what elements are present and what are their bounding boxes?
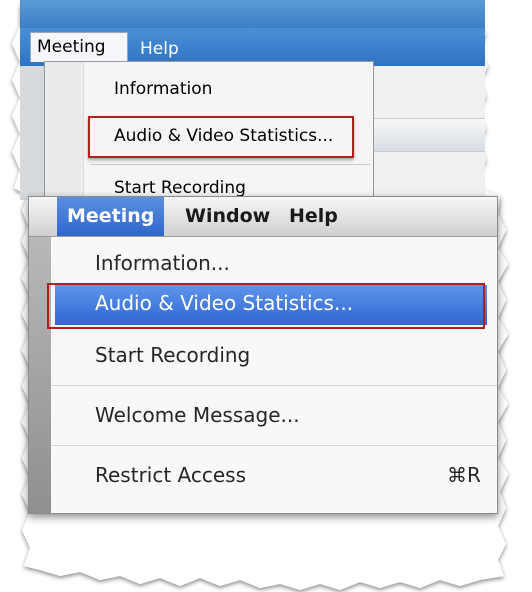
menu-item-start-recording[interactable]: Start Recording bbox=[114, 178, 246, 198]
menu-separator bbox=[51, 385, 497, 386]
highlight-box bbox=[88, 116, 354, 158]
menu-meeting[interactable]: Meeting bbox=[57, 197, 165, 236]
background-window-screenshot: Meeting Help Information Audio & Video S… bbox=[20, 0, 485, 200]
highlight-box bbox=[47, 283, 485, 329]
menu-separator bbox=[51, 445, 497, 446]
menu-meeting[interactable]: Meeting bbox=[30, 32, 128, 62]
meeting-dropdown-menu: Information... Audio & Video Statistics.… bbox=[51, 237, 497, 513]
menu-help[interactable]: Help bbox=[279, 197, 348, 236]
menu-item-information[interactable]: Information bbox=[114, 79, 212, 99]
menu-help[interactable]: Help bbox=[140, 36, 179, 62]
app-left-panel bbox=[29, 237, 51, 513]
menu-item-information[interactable]: Information... bbox=[95, 251, 230, 275]
menu-item-welcome-message[interactable]: Welcome Message... bbox=[95, 403, 300, 427]
window-titlebar bbox=[20, 0, 485, 28]
foreground-window-screenshot: Meeting Window Help Information... Audio… bbox=[28, 196, 498, 514]
menu-separator bbox=[90, 164, 370, 165]
menu-icon-gutter bbox=[45, 62, 84, 200]
menu-window[interactable]: Window bbox=[175, 197, 280, 236]
keyboard-shortcut: ⌘R bbox=[447, 463, 481, 487]
menu-item-start-recording[interactable]: Start Recording bbox=[95, 343, 250, 367]
menu-item-restrict-access[interactable]: Restrict Access bbox=[95, 463, 246, 487]
